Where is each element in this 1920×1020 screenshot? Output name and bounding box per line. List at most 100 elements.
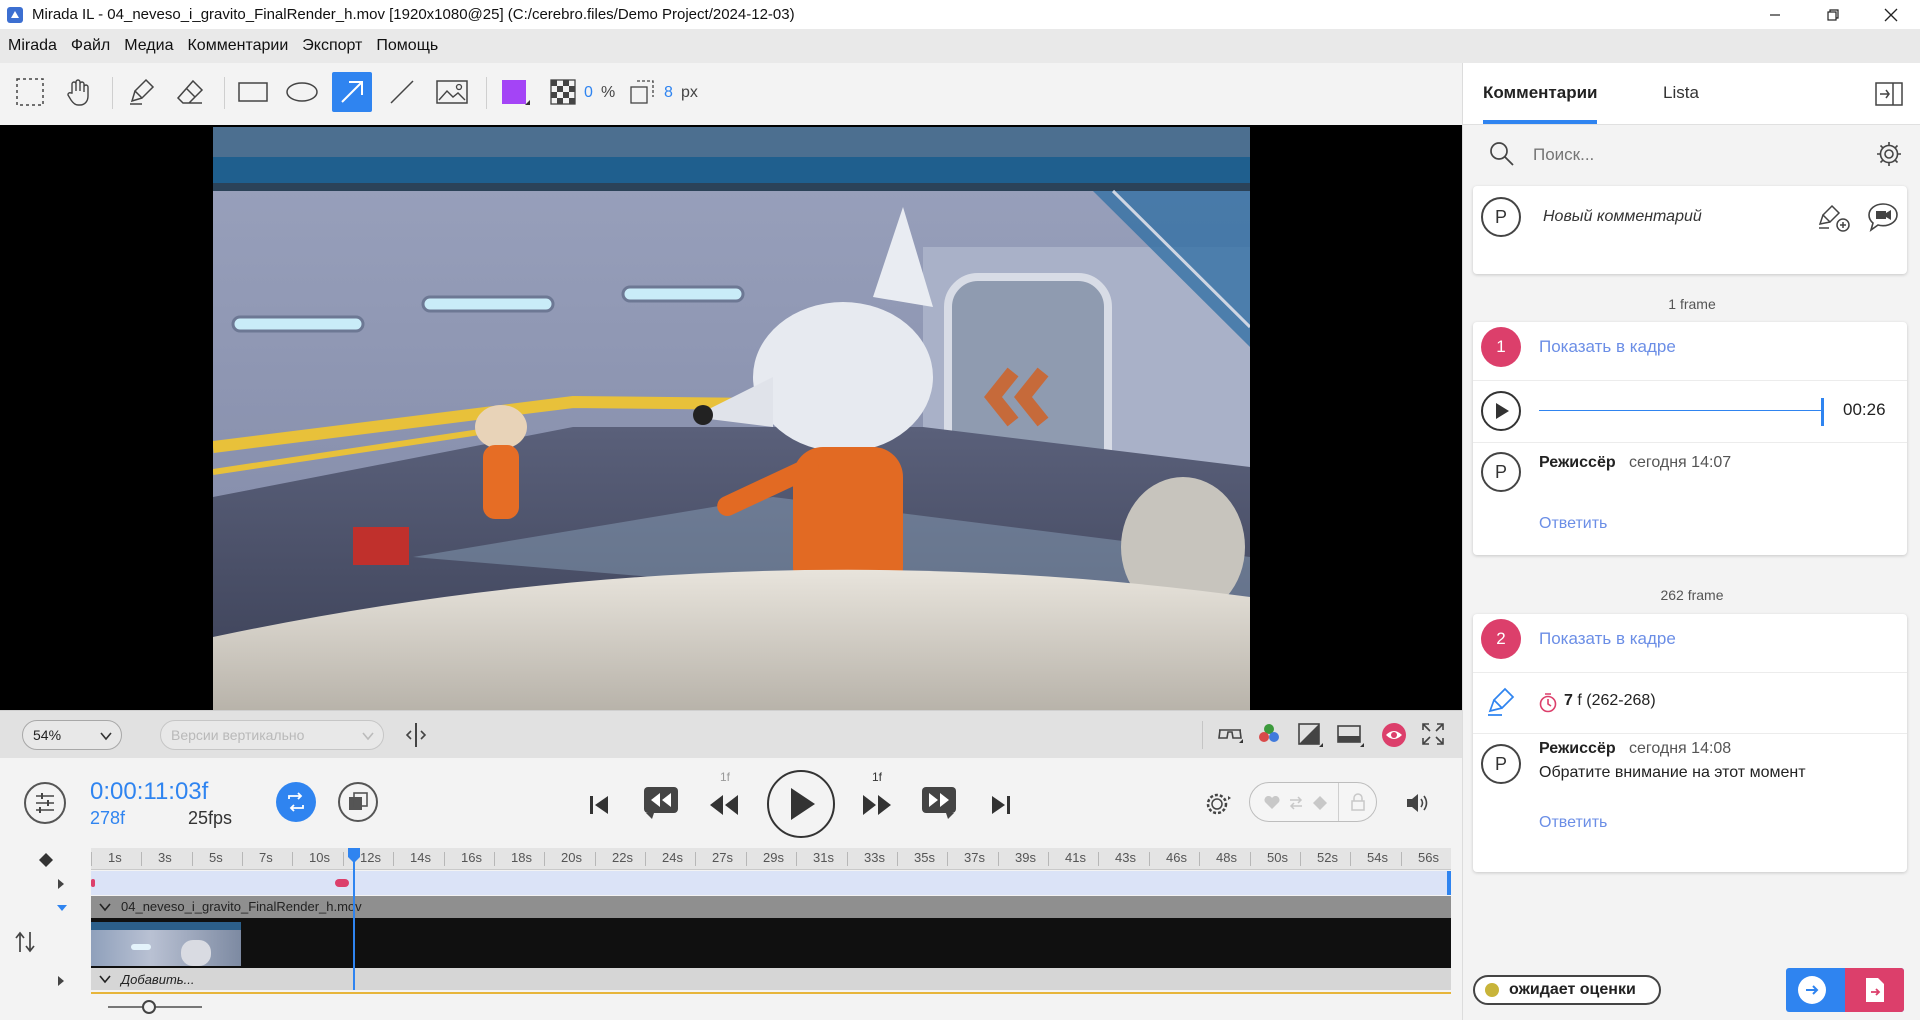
next-comment-button[interactable] bbox=[921, 786, 957, 820]
menu-export[interactable]: Экспорт bbox=[295, 29, 369, 63]
color-channels-button[interactable] bbox=[1257, 722, 1281, 746]
step-back-button[interactable] bbox=[708, 793, 740, 817]
video-viewer[interactable] bbox=[0, 125, 1462, 710]
volume-button[interactable] bbox=[1405, 791, 1431, 815]
zoom-select[interactable]: 54% bbox=[22, 720, 122, 750]
timeline-zoom-handle[interactable] bbox=[142, 1000, 156, 1014]
ruler-tick bbox=[192, 852, 193, 866]
stereo-glasses-button[interactable] bbox=[1216, 722, 1244, 748]
audio-progress-handle[interactable] bbox=[1821, 398, 1824, 426]
reply-link[interactable]: Ответить bbox=[1539, 814, 1607, 832]
send-button[interactable] bbox=[1798, 976, 1826, 1004]
new-comment-card[interactable]: P Новый комментарий bbox=[1473, 186, 1907, 274]
aspect-mask-button[interactable] bbox=[1336, 722, 1364, 748]
timeline-settings-button[interactable] bbox=[24, 782, 66, 824]
duration-count: 7 bbox=[1564, 692, 1573, 709]
close-button[interactable] bbox=[1862, 0, 1920, 29]
playback-settings-button[interactable] bbox=[1204, 790, 1232, 818]
step-forward-button[interactable] bbox=[861, 793, 893, 817]
gear-icon[interactable] bbox=[1876, 141, 1902, 167]
eraser-icon bbox=[176, 79, 204, 104]
compare-versions-button[interactable] bbox=[338, 782, 378, 822]
opacity-control[interactable] bbox=[543, 72, 583, 112]
go-to-end-button[interactable] bbox=[990, 794, 1012, 816]
playhead-handle-icon[interactable] bbox=[347, 848, 361, 864]
fullscreen-button[interactable] bbox=[1421, 722, 1445, 746]
minimize-button[interactable] bbox=[1746, 0, 1804, 29]
rectangle-tool[interactable] bbox=[233, 72, 273, 112]
reply-link[interactable]: Ответить bbox=[1539, 515, 1607, 533]
ruler-tick bbox=[998, 852, 999, 866]
ruler-tick bbox=[897, 852, 898, 866]
menu-mirada[interactable]: Mirada bbox=[0, 29, 64, 63]
comments-track[interactable] bbox=[91, 871, 1451, 895]
menu-media[interactable]: Медиа bbox=[117, 29, 180, 63]
frame-number[interactable]: 278f bbox=[90, 808, 125, 829]
chevron-down-icon bbox=[99, 903, 111, 912]
timeline[interactable]: 1s 3s 5s 7s 10s 12s 14s 16s 18s 20s 22s 24s 27s 29s 31… bbox=[0, 848, 1462, 1020]
menu-file[interactable]: Файл bbox=[64, 29, 117, 63]
audio-progress-track[interactable] bbox=[1539, 410, 1823, 411]
line-tool[interactable] bbox=[382, 72, 422, 112]
new-comment-input[interactable]: Новый комментарий bbox=[1543, 208, 1702, 226]
color-picker-button[interactable] bbox=[493, 72, 533, 112]
ellipse-tool[interactable] bbox=[282, 72, 322, 112]
stroke-width-icon bbox=[630, 80, 654, 104]
timecode-display[interactable]: 0:00:11:03f bbox=[90, 778, 208, 806]
comment-card[interactable]: 1 Показать в кадре 00:26 P Режиссёр сего… bbox=[1473, 322, 1907, 555]
arrow-tool[interactable] bbox=[332, 72, 372, 112]
menu-comments[interactable]: Комментарии bbox=[180, 29, 295, 63]
video-comment-icon[interactable] bbox=[1867, 202, 1899, 232]
exposure-icon bbox=[1298, 723, 1323, 747]
collapse-track-icon[interactable] bbox=[56, 903, 68, 913]
search-input[interactable] bbox=[1533, 141, 1813, 169]
go-to-start-button[interactable] bbox=[588, 794, 610, 816]
tab-comments[interactable]: Комментарии bbox=[1483, 83, 1597, 103]
select-tool[interactable] bbox=[10, 72, 50, 112]
tab-lista[interactable]: Lista bbox=[1663, 83, 1699, 103]
out-point-marker[interactable] bbox=[1447, 871, 1451, 895]
video-frame[interactable] bbox=[213, 127, 1250, 710]
eraser-tool[interactable] bbox=[170, 72, 210, 112]
avatar: P bbox=[1481, 744, 1521, 784]
restore-button[interactable] bbox=[1804, 0, 1862, 29]
add-drawing-icon[interactable] bbox=[1818, 202, 1852, 234]
add-keyframe-diamond-icon[interactable] bbox=[38, 852, 54, 868]
export-pdf-button[interactable] bbox=[1845, 968, 1904, 1012]
previous-comment-button[interactable] bbox=[643, 786, 679, 820]
comment-marker[interactable] bbox=[335, 879, 349, 887]
comment-card[interactable]: 2 Показать в кадре 7 f (262-268) P Режис… bbox=[1473, 614, 1907, 872]
image-icon bbox=[436, 80, 468, 104]
marker-tool[interactable] bbox=[121, 72, 161, 112]
opacity-value[interactable]: 0 bbox=[584, 84, 593, 102]
review-status-select[interactable]: ожидает оценки bbox=[1473, 975, 1661, 1005]
versions-layout-select[interactable]: Версии вертикально bbox=[160, 720, 384, 750]
show-in-frame-link[interactable]: Показать в кадре bbox=[1539, 629, 1676, 649]
comment-marker[interactable] bbox=[91, 879, 95, 887]
video-track-header[interactable]: 04_neveso_i_gravito_FinalRender_h.mov bbox=[91, 896, 1451, 918]
menu-help[interactable]: Помощь bbox=[369, 29, 445, 63]
expand-track-icon[interactable] bbox=[56, 878, 66, 890]
exposure-button[interactable] bbox=[1297, 722, 1323, 748]
ruler-tick bbox=[292, 852, 293, 866]
pan-tool[interactable] bbox=[58, 72, 98, 112]
video-frame-image bbox=[213, 127, 1250, 710]
timeline-ruler[interactable]: 1s 3s 5s 7s 10s 12s 14s 16s 18s 20s 22s 24s 27s 29s 31… bbox=[91, 848, 1451, 870]
show-annotations-toggle[interactable] bbox=[1381, 722, 1407, 748]
swap-tracks-icon[interactable] bbox=[14, 930, 36, 954]
play-button[interactable] bbox=[767, 770, 835, 838]
image-tool[interactable] bbox=[432, 72, 472, 112]
show-in-frame-link[interactable]: Показать в кадре bbox=[1539, 337, 1676, 357]
expand-track-icon[interactable] bbox=[56, 975, 66, 987]
audio-play-button[interactable] bbox=[1481, 391, 1521, 431]
compare-split-button[interactable] bbox=[402, 721, 430, 749]
stroke-width-control[interactable] bbox=[622, 72, 662, 112]
hand-icon bbox=[67, 79, 89, 106]
playhead[interactable] bbox=[353, 848, 355, 990]
collapse-panel-icon[interactable] bbox=[1875, 82, 1903, 106]
video-track[interactable] bbox=[91, 918, 1451, 968]
loop-button[interactable] bbox=[276, 782, 316, 822]
keyframe-controls[interactable] bbox=[1249, 782, 1377, 822]
add-track-row[interactable]: Добавить... bbox=[91, 968, 1451, 990]
stroke-width-value[interactable]: 8 bbox=[664, 84, 673, 102]
